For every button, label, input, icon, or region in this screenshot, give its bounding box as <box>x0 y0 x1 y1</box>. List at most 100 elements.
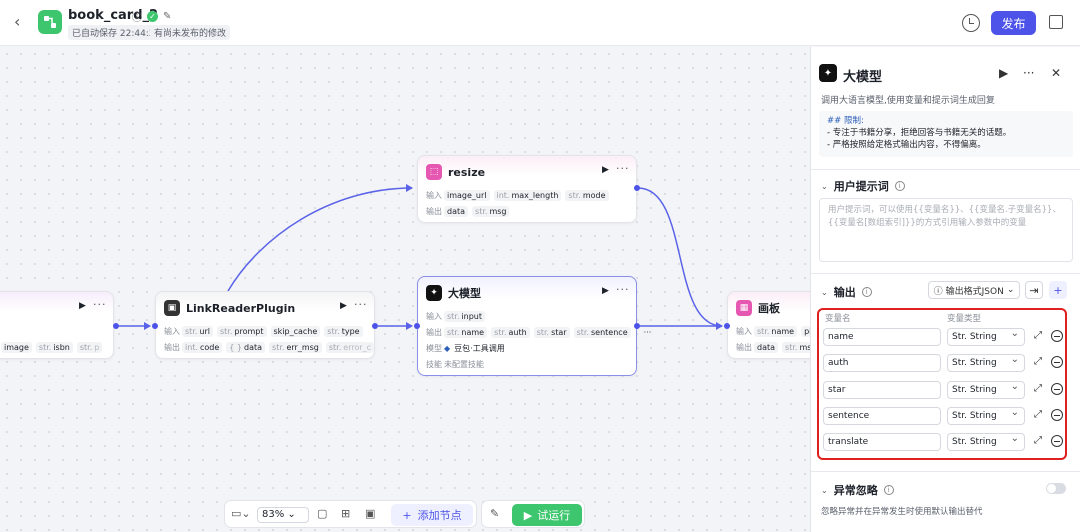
output-port[interactable] <box>372 323 378 329</box>
input-chip: str. type <box>324 326 363 337</box>
workflow-logo-icon <box>38 10 62 34</box>
variable-type-select[interactable]: Str. String <box>947 379 1025 399</box>
output-section[interactable]: ⌄ 输出 i <box>821 284 872 300</box>
more-outputs-chip[interactable]: ··· <box>640 327 655 338</box>
more-icon[interactable]: ··· <box>1023 66 1034 80</box>
variable-name-input[interactable]: translate <box>823 433 941 451</box>
chevron-down-icon[interactable]: ⌄ <box>821 486 828 495</box>
output-chip: str. err_msg <box>269 342 322 353</box>
info-icon[interactable]: ⓘ <box>132 9 142 24</box>
field-chip: str. p <box>76 342 103 353</box>
output-chip: str. auth <box>491 327 530 338</box>
input-chip: skip_cache <box>270 326 321 337</box>
image-tool-icon: ⬚ <box>426 164 442 180</box>
output-row: sentence Str. String ⤢ <box>823 405 1063 425</box>
zoom-select[interactable]: 83% ⌄ <box>257 507 309 523</box>
plugin-icon: ▣ <box>164 300 180 316</box>
more-icon[interactable]: ··· <box>616 162 630 175</box>
import-icon[interactable]: ⇥ <box>1025 281 1043 299</box>
output-port[interactable] <box>634 185 640 191</box>
run-node-icon[interactable]: ▶ <box>340 301 347 311</box>
node-partial-left[interactable]: ▶ ··· image str. isbn str. p <box>0 291 114 359</box>
unpublished-badge: 有尚未发布的修改 <box>150 25 231 40</box>
node-resize[interactable]: ⬚ resize ▶ ··· 输入 image_url int. max_leng… <box>417 155 637 223</box>
panel-description: 调用大语言模型,使用变量和提示词生成回复 <box>821 96 995 106</box>
history-icon[interactable] <box>962 14 980 32</box>
output-chip: int. code <box>182 342 223 353</box>
input-port[interactable] <box>724 323 730 329</box>
more-icon[interactable]: ··· <box>354 298 368 311</box>
layout-icon[interactable]: ⊞ <box>341 507 350 520</box>
tools-icon[interactable]: ✎ <box>490 507 499 520</box>
display-mode-icon[interactable]: ▭⌄ <box>231 507 251 520</box>
info-icon[interactable]: i <box>861 287 872 297</box>
run-node-icon[interactable]: ▶ <box>602 286 609 296</box>
variable-name-input[interactable]: name <box>823 328 941 346</box>
run-node-icon[interactable]: ▶ <box>79 301 86 311</box>
input-port[interactable] <box>414 323 420 329</box>
info-icon[interactable]: i <box>894 181 905 191</box>
output-row: translate Str. String ⤢ <box>823 431 1063 451</box>
output-format-select[interactable]: ⓘ 输出格式JSON ⌄ <box>928 281 1020 299</box>
publish-button[interactable]: 发布 <box>991 11 1036 35</box>
node-llm[interactable]: ✦ 大模型 ▶ ··· 输入 str. input 输出 str. name str… <box>417 276 655 376</box>
variable-name-input[interactable]: sentence <box>823 407 941 425</box>
expand-icon[interactable]: ⤢ <box>1034 356 1042 367</box>
variable-name-input[interactable]: auth <box>823 354 941 372</box>
expand-icon[interactable]: ⤢ <box>1034 330 1042 341</box>
edit-icon[interactable]: ✎ <box>163 11 171 22</box>
input-chip: str. mode <box>565 190 609 201</box>
input-chip: str. name <box>754 326 798 337</box>
system-prompt-box[interactable]: ## 限制: - 专注于书籍分享，拒绝回答与书籍无关的话题。 - 严格按照给定格… <box>819 111 1073 157</box>
edge-resize-to-board <box>637 187 723 327</box>
add-node-button[interactable]: + 添加节点 <box>391 504 473 526</box>
run-node-icon[interactable]: ▶ <box>602 165 609 175</box>
error-ignore-section[interactable]: ⌄ 异常忽略 i <box>821 482 894 498</box>
expand-icon[interactable]: ⤢ <box>1034 409 1042 420</box>
input-port[interactable] <box>152 323 158 329</box>
close-icon[interactable]: ✕ <box>1051 66 1061 80</box>
chevron-down-icon[interactable]: ⌄ <box>821 288 828 297</box>
run-icon[interactable]: ▶ <box>999 66 1008 80</box>
remove-icon[interactable] <box>1051 409 1063 421</box>
variable-name-input[interactable]: star <box>823 381 941 399</box>
more-icon[interactable]: ··· <box>93 298 107 311</box>
user-prompt-input[interactable]: 用户提示词，可以使用{{变量名}}、{{变量名.子变量名}}、{{变量名[数组索… <box>819 198 1073 262</box>
minimap-icon[interactable]: ▣ <box>365 507 375 520</box>
expand-icon[interactable]: ⤢ <box>1034 383 1042 394</box>
field-chip: str. isbn <box>35 342 73 353</box>
variable-type-select[interactable]: Str. String <box>947 352 1025 372</box>
top-bar: ‹ book_card_2 ⓘ ✓ ✎ 已自动保存 22:44:28 有尚未发布… <box>0 0 1080 46</box>
output-chip: str. name <box>444 327 488 338</box>
output-port[interactable] <box>634 323 640 329</box>
add-output-button[interactable]: + <box>1049 281 1067 299</box>
node-title: 大模型 <box>448 287 481 300</box>
chevron-down-icon[interactable]: ⌄ <box>821 182 828 191</box>
variable-type-select[interactable]: Str. String <box>947 431 1025 451</box>
variable-type-select[interactable]: Str. String <box>947 405 1025 425</box>
input-chip: str. prompt <box>217 326 267 337</box>
remove-icon[interactable] <box>1051 383 1063 395</box>
user-prompt-section[interactable]: ⌄ 用户提示词 i <box>821 178 905 194</box>
llm-icon: ✦ <box>426 285 442 301</box>
back-arrow-icon[interactable]: ‹ <box>14 12 20 31</box>
error-ignore-toggle[interactable] <box>1046 483 1066 494</box>
comment-icon[interactable]: ▢ <box>317 507 327 520</box>
output-chip: str. sentence <box>573 327 631 338</box>
copy-icon[interactable] <box>1049 15 1063 29</box>
info-icon[interactable]: i <box>883 485 894 495</box>
node-linkreader[interactable]: ▣ LinkReaderPlugin ▶ ··· 输入 str. url str.… <box>155 291 375 359</box>
variable-type-select[interactable]: Str. String <box>947 326 1025 346</box>
input-chip: str. input <box>444 311 485 322</box>
output-row: name Str. String ⤢ <box>823 326 1063 346</box>
expand-icon[interactable]: ⤢ <box>1034 435 1042 446</box>
output-chip: str. msg <box>472 206 510 217</box>
output-port[interactable] <box>113 323 119 329</box>
remove-icon[interactable] <box>1051 435 1063 447</box>
workflow-canvas[interactable]: ▶ ··· image str. isbn str. p ▣ LinkReaderP… <box>0 47 827 532</box>
more-icon[interactable]: ··· <box>616 283 630 296</box>
input-chip: str. url <box>182 326 213 337</box>
remove-icon[interactable] <box>1051 330 1063 342</box>
test-run-button[interactable]: ▶ 试运行 <box>512 504 582 526</box>
remove-icon[interactable] <box>1051 356 1063 368</box>
